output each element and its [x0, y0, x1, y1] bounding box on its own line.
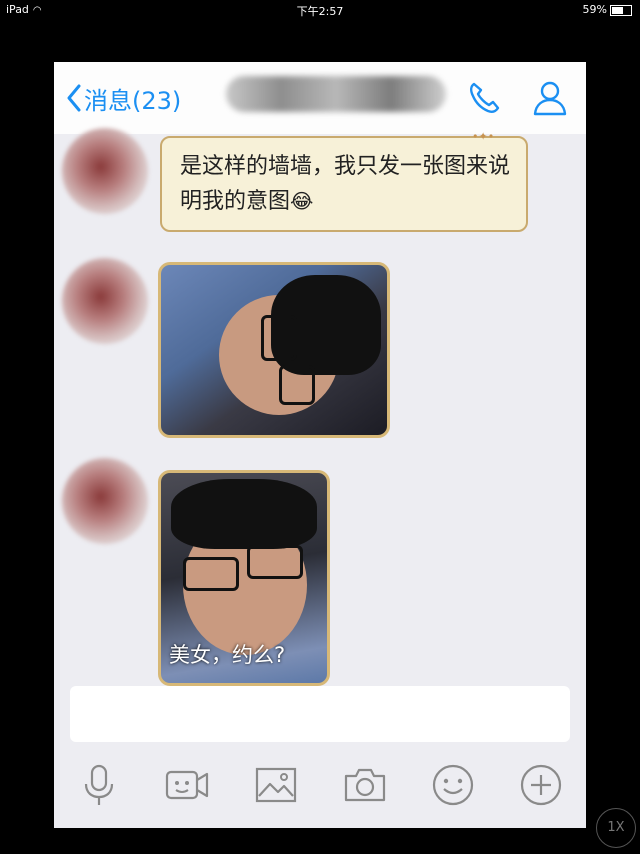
avatar[interactable] [62, 128, 148, 214]
chat-toolbar [54, 750, 586, 828]
image-icon[interactable] [253, 762, 299, 808]
photo-glasses [261, 315, 297, 361]
image-message[interactable] [158, 262, 390, 438]
photo-glasses [279, 365, 315, 405]
avatar[interactable] [62, 458, 148, 544]
laughing-emoji-icon: 😂 [290, 189, 314, 213]
photo-glasses [247, 545, 303, 579]
avatar[interactable] [62, 258, 148, 344]
camera-icon[interactable] [342, 762, 388, 808]
microphone-icon[interactable] [76, 762, 122, 808]
chevron-left-icon [67, 84, 81, 112]
nav-bar: 消息(23) [54, 62, 586, 134]
bubble-decoration-icon: •✦• [472, 130, 495, 143]
zoom-button[interactable]: 1X [596, 808, 636, 848]
photo-caption: 美女，约么? [169, 643, 286, 667]
battery-percent: 59% [582, 3, 607, 16]
emoji-icon[interactable] [430, 762, 476, 808]
battery-icon [610, 4, 632, 16]
photo-glasses [183, 557, 239, 591]
message-input[interactable] [70, 686, 570, 742]
message-text: 是这样的墙墙，我只发一张图来说明我的意图😂 [180, 150, 520, 219]
battery-status: 59% [583, 3, 632, 16]
status-bar: iPad ◠ 下午2:57 59% [0, 0, 640, 20]
contact-name-blurred [226, 76, 446, 112]
photo-hair [171, 479, 317, 549]
back-label: 消息(23) [84, 86, 182, 115]
contact-icon[interactable] [530, 78, 570, 118]
clock: 下午2:57 [296, 5, 344, 18]
text-message-bubble[interactable]: 是这样的墙墙，我只发一张图来说明我的意图😂 [160, 136, 528, 232]
back-button[interactable]: 消息(23) [66, 80, 181, 116]
video-icon[interactable] [164, 762, 210, 808]
phone-icon[interactable] [464, 78, 504, 118]
plus-icon[interactable] [518, 762, 564, 808]
chat-screen: 消息(23) 是这样的墙墙，我只发一张图来说明我的意图😂 •✦• 美女，约么? [54, 62, 586, 828]
image-message[interactable]: 美女，约么? [158, 470, 330, 686]
